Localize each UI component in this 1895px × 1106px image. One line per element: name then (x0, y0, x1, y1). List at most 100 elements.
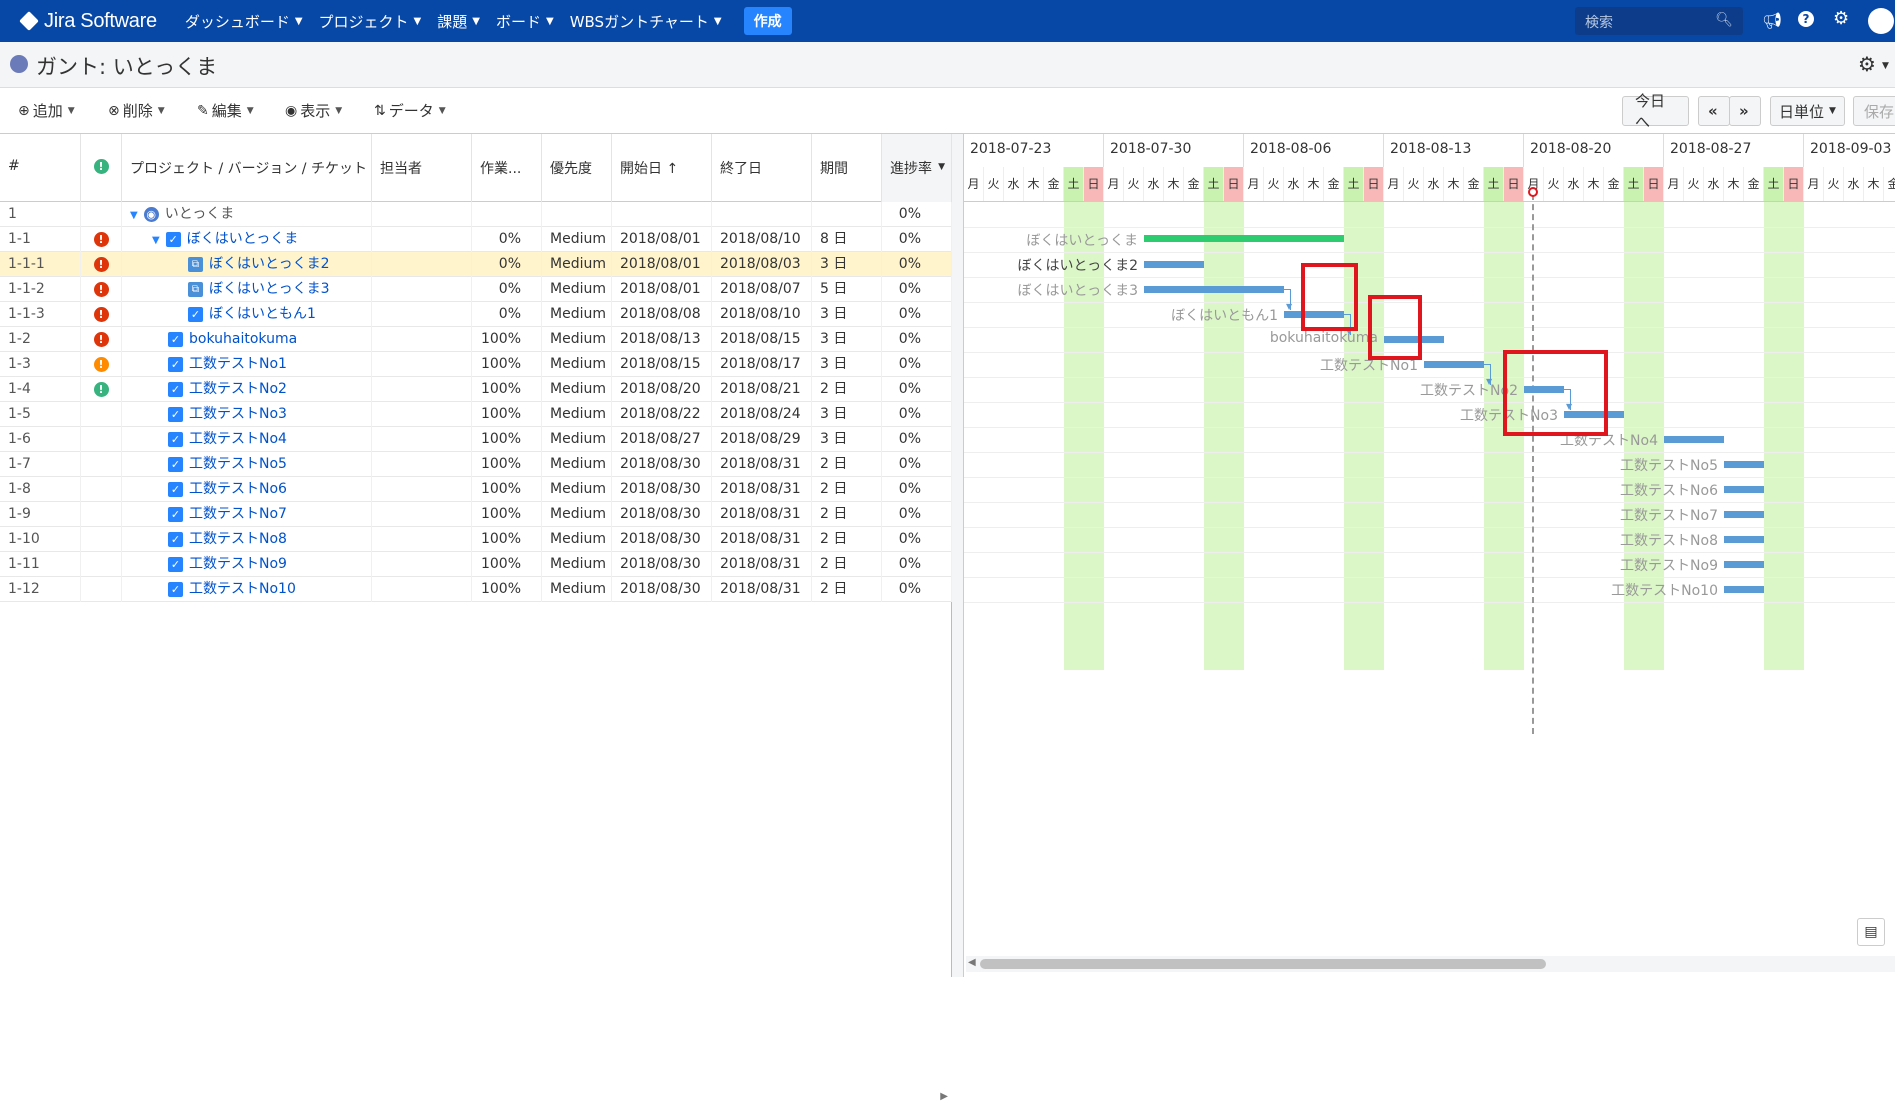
task-bar[interactable] (1144, 261, 1204, 268)
today-button[interactable]: 今日へ (1622, 92, 1689, 131)
week-header: 2018-08-13 (1384, 134, 1524, 167)
user-avatar[interactable] (1868, 8, 1894, 34)
header-start[interactable]: 開始日 ↑ (612, 134, 712, 202)
header-assignee[interactable]: 担当者 (372, 134, 472, 202)
task-name-link[interactable]: ぼくはいともん1 (209, 306, 316, 322)
next-button[interactable]: » (1729, 96, 1761, 126)
prev-button[interactable]: « (1698, 96, 1730, 126)
table-row[interactable]: 1-1-2! ⧉ ぼくはいとっくま3 0% Medium 2018/08/01 2018/0… (0, 277, 952, 302)
task-bar[interactable] (1144, 286, 1284, 293)
table-row[interactable]: 1 ▼ ◉ いとっくま 0% (0, 202, 952, 227)
view-button[interactable]: ◉ 表示 ▼ (285, 100, 342, 121)
table-row[interactable]: 1-1! ▼ ✓ ぼくはいとっくま 0% Medium 2018/08/01 2018/08/… (0, 227, 952, 252)
header-id[interactable]: # (0, 134, 81, 202)
table-row[interactable]: 1-1-3! ✓ ぼくはいともん1 0% Medium 2018/08/08 2018/08… (0, 302, 952, 327)
priority-cell (81, 552, 122, 577)
table-row[interactable]: 1-5 ✓ 工数テストNo3 100% Medium 2018/08/22 2018/08/… (0, 402, 952, 427)
table-row[interactable]: 1-3! ✓ 工数テストNo1 100% Medium 2018/08/15 2018/08… (0, 352, 952, 377)
work-cell: 100% (472, 502, 542, 527)
chevron-down-icon: ▼ (938, 162, 945, 172)
nav-wbs-gantt[interactable]: WBSガントチャート ▼ (570, 7, 722, 35)
table-row[interactable]: 1-2! ✓ bokuhaitokuma 100% Medium 2018/08/13 20… (0, 327, 952, 352)
task-name-link[interactable]: 工数テストNo2 (189, 381, 287, 397)
header-work[interactable]: 作業... (472, 134, 542, 202)
nav-dashboard[interactable]: ダッシュボード ▼ (185, 7, 303, 35)
gear-icon[interactable]: ⚙ (1858, 52, 1876, 76)
expand-toggle-icon[interactable]: ▼ (152, 235, 160, 246)
task-bar[interactable] (1724, 561, 1764, 568)
task-bar[interactable] (1664, 436, 1724, 443)
task-name-link[interactable]: 工数テストNo4 (189, 431, 287, 447)
table-row[interactable]: 1-7 ✓ 工数テストNo5 100% Medium 2018/08/30 2018/08/… (0, 452, 952, 477)
row-id: 1-5 (0, 402, 81, 427)
task-bar[interactable] (1424, 361, 1484, 368)
create-button[interactable]: 作成 (743, 7, 792, 35)
help-icon[interactable]: ? (1798, 11, 1814, 27)
table-row[interactable]: 1-12 ✓ 工数テストNo10 100% Medium 2018/08/30 2018/0… (0, 577, 952, 602)
megaphone-icon[interactable]: 📢︎ (1762, 11, 1782, 30)
search-input[interactable]: 検索 🔍︎ (1575, 7, 1743, 35)
table-row[interactable]: 1-4! ✓ 工数テストNo2 100% Medium 2018/08/20 2018/08… (0, 377, 952, 402)
subtask-icon: ⧉ (188, 256, 203, 272)
task-bar[interactable] (1724, 536, 1764, 543)
delete-button[interactable]: ⊗ 削除 ▼ (108, 100, 165, 121)
task-name-link[interactable]: ぼくはいとっくま (187, 231, 299, 247)
table-row[interactable]: 1-11 ✓ 工数テストNo9 100% Medium 2018/08/30 2018/08… (0, 552, 952, 577)
task-name-link[interactable]: 工数テストNo10 (189, 581, 296, 597)
task-name-link[interactable]: ぼくはいとっくま3 (209, 281, 330, 297)
progress-cell: 0% (882, 302, 952, 327)
task-name-link[interactable]: 工数テストNo9 (189, 556, 287, 572)
nav-projects[interactable]: プロジェクト ▼ (319, 7, 422, 35)
week-header: 2018-08-06 (1244, 134, 1384, 167)
task-bar[interactable] (1724, 461, 1764, 468)
save-button[interactable]: 保存 (1853, 96, 1895, 126)
data-button[interactable]: ⇅ データ ▼ (374, 100, 446, 121)
add-button[interactable]: ⊕ 追加 ▼ (18, 100, 75, 121)
header-duration[interactable]: 期間 (812, 134, 882, 202)
scrollbar-thumb[interactable] (980, 959, 1546, 969)
grid-scrollbar[interactable]: ▶ (0, 1090, 952, 1106)
day-header: 木 (1444, 167, 1464, 202)
bar-label: 工数テストNo5 (1620, 458, 1718, 474)
task-name-link[interactable]: 工数テストNo3 (189, 406, 287, 422)
task-name-link[interactable]: 工数テストNo1 (189, 356, 287, 372)
table-row[interactable]: 1-1-1! ⧉ ぼくはいとっくま2 0% Medium 2018/08/01 2018/0… (0, 252, 952, 277)
task-bar[interactable] (1724, 511, 1764, 518)
settings-gear-icon[interactable]: ⚙ (1833, 8, 1849, 29)
task-name-link[interactable]: 工数テストNo7 (189, 506, 287, 522)
task-name-cell: ✓ 工数テストNo7 (122, 502, 372, 527)
eye-icon: ◉ (285, 102, 298, 119)
task-name-link[interactable]: 工数テストNo8 (189, 531, 287, 547)
document-icon[interactable]: ▤ (1857, 918, 1885, 946)
task-check-icon: ✓ (168, 406, 183, 422)
header-name[interactable]: プロジェクト / バージョン / チケット (122, 134, 372, 202)
priority-cell (81, 427, 122, 452)
row-divider (964, 452, 1895, 453)
summary-bar[interactable] (1144, 235, 1344, 242)
table-row[interactable]: 1-10 ✓ 工数テストNo8 100% Medium 2018/08/30 2018/08… (0, 527, 952, 552)
task-name-link[interactable]: 工数テストNo5 (189, 456, 287, 472)
task-bar[interactable] (1724, 586, 1764, 593)
table-row[interactable]: 1-9 ✓ 工数テストNo7 100% Medium 2018/08/30 2018/08/… (0, 502, 952, 527)
task-name-link[interactable]: 工数テストNo6 (189, 481, 287, 497)
task-name-link[interactable]: ぼくはいとっくま2 (209, 256, 330, 272)
work-cell: 100% (472, 427, 542, 452)
expand-toggle-icon[interactable]: ▼ (130, 210, 138, 221)
nav-issues[interactable]: 課題 ▼ (437, 7, 480, 35)
header-end[interactable]: 終了日 (712, 134, 812, 202)
chevron-down-icon[interactable]: ▼ (1882, 61, 1889, 71)
unit-select[interactable]: 日単位 ▼ (1770, 96, 1845, 126)
header-progress[interactable]: 進捗率 ▼ (882, 134, 952, 202)
table-row[interactable]: 1-6 ✓ 工数テストNo4 100% Medium 2018/08/27 2018/08/… (0, 427, 952, 452)
task-bar[interactable] (1724, 486, 1764, 493)
task-name-link[interactable]: bokuhaitokuma (189, 331, 297, 347)
nav-boards[interactable]: ボード ▼ (496, 7, 554, 35)
gantt-scrollbar[interactable]: ◀ (966, 956, 1895, 972)
edit-button[interactable]: ✎ 編集 ▼ (197, 100, 254, 121)
table-row[interactable]: 1-8 ✓ 工数テストNo6 100% Medium 2018/08/30 2018/08/… (0, 477, 952, 502)
header-priority-icon[interactable]: ! (81, 134, 122, 202)
end-date-cell: 2018/08/21 (712, 377, 812, 402)
header-priority[interactable]: 優先度 (542, 134, 612, 202)
pane-splitter[interactable] (952, 134, 964, 977)
jira-logo[interactable]: Jira Software (19, 10, 157, 33)
